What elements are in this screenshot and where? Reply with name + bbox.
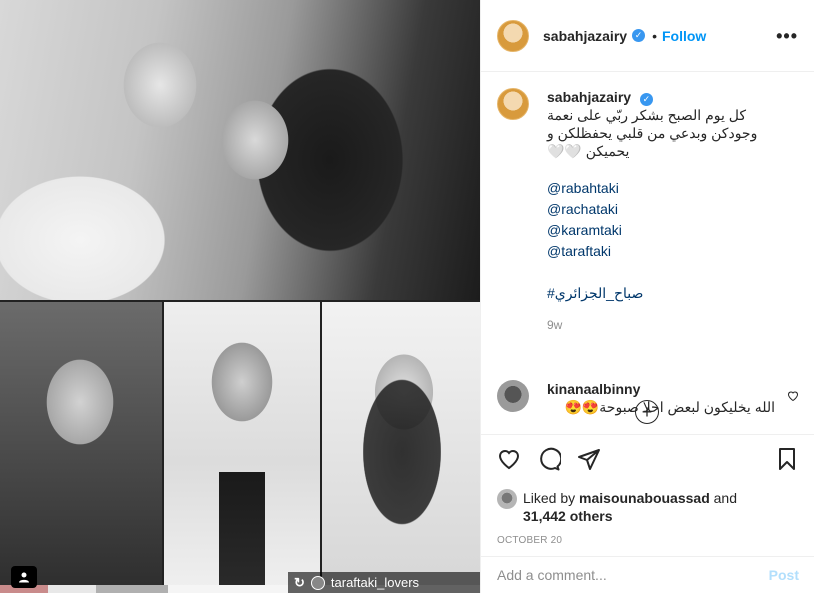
verified-badge-icon: ✓: [639, 92, 653, 106]
like-heart-icon[interactable]: [497, 447, 521, 471]
photo-couple: [0, 0, 480, 300]
repost-icon: ↻: [294, 574, 305, 590]
follow-button[interactable]: Follow: [662, 28, 706, 44]
caption-text: كل يوم الصبح بشكر ربّي على نعمة وجودكن و…: [547, 107, 758, 159]
comment-input[interactable]: [497, 567, 769, 583]
action-icons: [497, 445, 799, 473]
caption-body: sabahjazairy ✓ كل يوم الصبح بشكر ربّي عل…: [547, 88, 787, 334]
liker-username[interactable]: maisounabouassad: [579, 490, 710, 506]
caption-avatar[interactable]: [497, 88, 529, 120]
add-comment-bar: Post: [481, 556, 814, 593]
comment-body: kinanaalbinny الله يخليكون لبعض احلا صبو…: [547, 380, 775, 416]
hashtag-link[interactable]: #صباح_الجزائري: [547, 283, 787, 304]
comment-item: kinanaalbinny الله يخليكون لبعض احلا صبو…: [497, 380, 799, 416]
comments-area: sabahjazairy ✓ كل يوم الصبح بشكر ربّي عل…: [481, 72, 814, 432]
watermark-avatar: [310, 575, 325, 590]
likes-summary: Liked by maisounabouassad and 31,442 oth…: [497, 489, 799, 525]
separator-dot: •: [652, 27, 657, 44]
mention-link[interactable]: @taraftaki: [547, 241, 787, 262]
post-date[interactable]: OCTOBER 20: [497, 535, 799, 546]
likes-prefix: Liked by: [523, 490, 580, 506]
post-comment-button[interactable]: Post: [769, 567, 799, 583]
mention-link[interactable]: @rabahtaki: [547, 178, 787, 199]
post-media[interactable]: ↻ taraftaki_lovers: [0, 0, 480, 593]
comment-text: الله يخليكون لبعض احلا صبوحة😍😍: [564, 399, 775, 415]
mention-link[interactable]: @rachataki: [547, 199, 787, 220]
liker-avatar[interactable]: [497, 489, 517, 509]
mentions-list: @rabahtaki @rachataki @karamtaki @taraft…: [547, 178, 787, 262]
caption: sabahjazairy ✓ كل يوم الصبح بشكر ربّي عل…: [497, 88, 798, 334]
comment-bubble-icon[interactable]: [537, 447, 561, 471]
more-options-icon[interactable]: •••: [776, 27, 798, 45]
commenter-avatar[interactable]: [497, 380, 529, 412]
repost-watermark: ↻ taraftaki_lovers: [288, 572, 480, 593]
post-header: sabahjazairy ✓ • Follow •••: [481, 0, 814, 72]
comment-like-heart-icon[interactable]: [787, 390, 799, 402]
likes-text: Liked by maisounabouassad and 31,442 oth…: [523, 489, 737, 525]
save-bookmark-icon[interactable]: [775, 447, 799, 471]
photo-woman-left: [0, 302, 162, 593]
likes-count[interactable]: 31,442 others: [523, 508, 613, 524]
post-sidebar: sabahjazairy ✓ • Follow ••• sabahjazairy…: [480, 0, 814, 593]
mention-link[interactable]: @karamtaki: [547, 220, 787, 241]
likes-middle: and: [709, 490, 737, 506]
share-paper-plane-icon[interactable]: [577, 447, 601, 471]
caption-username[interactable]: sabahjazairy: [547, 89, 631, 105]
photo-man-middle: [164, 302, 320, 593]
watermark-text: taraftaki_lovers: [330, 575, 420, 590]
caption-time[interactable]: 9w: [547, 316, 787, 334]
verified-badge-icon: ✓: [632, 29, 646, 42]
photo-woman-right: [322, 302, 480, 593]
post-actions: Liked by maisounabouassad and 31,442 oth…: [481, 434, 814, 546]
author-username[interactable]: sabahjazairy: [543, 28, 627, 44]
author-avatar[interactable]: [497, 19, 529, 52]
commenter-username[interactable]: kinanaalbinny: [547, 381, 640, 397]
tagged-users-icon[interactable]: [11, 566, 37, 588]
